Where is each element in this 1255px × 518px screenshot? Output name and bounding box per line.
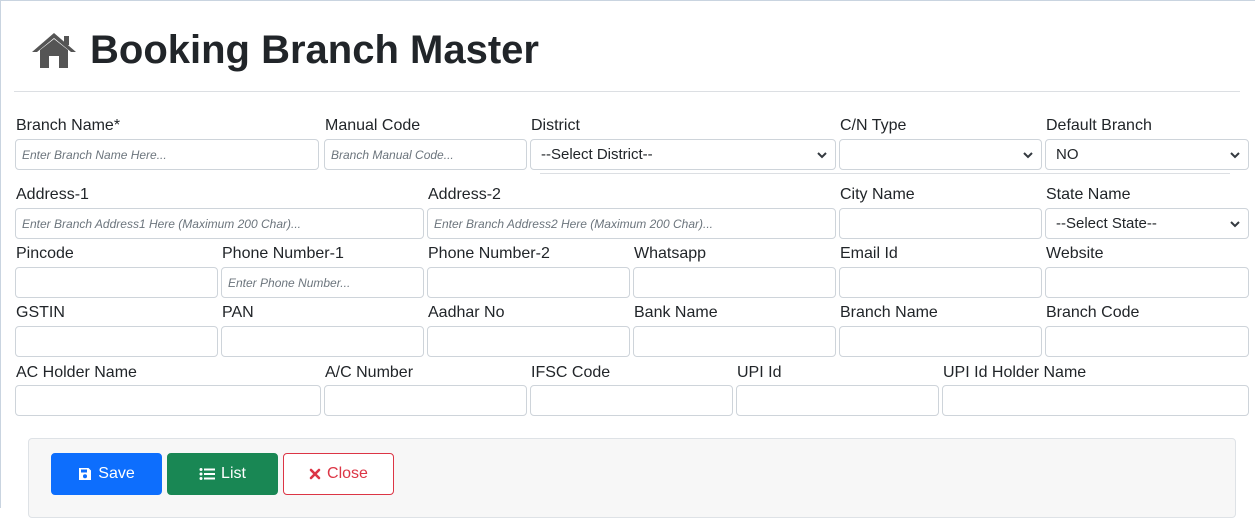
cn-type-label: C/N Type [840, 117, 907, 134]
ac-holder-name-input[interactable] [15, 385, 321, 416]
chevron-down-icon [1230, 152, 1240, 159]
email-input[interactable] [839, 267, 1042, 298]
branch-code-input[interactable] [1045, 326, 1249, 357]
title-divider [14, 91, 1240, 92]
pan-label: PAN [222, 304, 254, 321]
cn-type-select[interactable] [839, 139, 1042, 170]
manual-code-input[interactable]: Branch Manual Code... [324, 139, 527, 170]
pincode-input[interactable] [15, 267, 218, 298]
default-branch-label: Default Branch [1046, 117, 1152, 134]
phone2-input[interactable] [427, 267, 630, 298]
address2-label: Address-2 [428, 186, 501, 203]
floppy-disk-icon [79, 468, 92, 480]
pincode-label: Pincode [16, 245, 74, 262]
address1-label: Address-1 [16, 186, 89, 203]
district-select-value: --Select District-- [541, 146, 653, 163]
upi-id-label: UPI Id [737, 364, 782, 381]
gstin-input[interactable] [15, 326, 218, 357]
save-button-label: Save [98, 465, 135, 482]
aadhar-input[interactable] [427, 326, 630, 357]
phone1-input[interactable]: Enter Phone Number... [221, 267, 424, 298]
save-button[interactable]: Save [51, 453, 162, 495]
pan-input[interactable] [221, 326, 424, 357]
district-select[interactable]: --Select District-- [530, 139, 836, 170]
row-divider [540, 173, 1230, 174]
bank-branch-name-input[interactable] [839, 326, 1042, 357]
list-button[interactable]: List [167, 453, 278, 495]
bank-name-label: Bank Name [634, 304, 718, 321]
district-label: District [531, 117, 580, 134]
city-name-input[interactable] [839, 208, 1042, 239]
upi-id-input[interactable] [736, 385, 939, 416]
upi-holder-name-input[interactable] [942, 385, 1249, 416]
upi-holder-name-label: UPI Id Holder Name [943, 364, 1087, 381]
phone2-label: Phone Number-2 [428, 245, 550, 262]
website-input[interactable] [1045, 267, 1249, 298]
default-branch-select[interactable]: NO [1045, 139, 1249, 170]
email-label: Email Id [840, 245, 898, 262]
state-select[interactable]: --Select State-- [1045, 208, 1249, 239]
ac-number-label: A/C Number [325, 364, 414, 381]
default-branch-select-value: NO [1056, 146, 1079, 163]
branch-name-label: Branch Name* [16, 117, 121, 134]
frame-left-border [0, 0, 1, 508]
home-icon [32, 33, 76, 68]
whatsapp-input[interactable] [633, 267, 836, 298]
city-name-label: City Name [840, 186, 915, 203]
page-title-text: Booking Branch Master [90, 27, 539, 72]
x-icon [309, 468, 321, 480]
frame-top-border [0, 0, 1255, 1]
phone1-label: Phone Number-1 [222, 245, 344, 262]
website-label: Website [1046, 245, 1104, 262]
list-button-label: List [221, 465, 246, 482]
aadhar-label: Aadhar No [428, 304, 505, 321]
chevron-down-icon [1230, 221, 1240, 228]
page-title: Booking Branch Master [30, 24, 539, 76]
ac-number-input[interactable] [324, 385, 527, 416]
branch-name-input[interactable]: Enter Branch Name Here... [15, 139, 319, 170]
chevron-down-icon [1023, 152, 1033, 159]
bank-branch-name-label: Branch Name [840, 304, 938, 321]
branch-code-label: Branch Code [1046, 304, 1140, 321]
booking-branch-master-page: Booking Branch Master Branch Name* Enter… [0, 0, 1255, 518]
ifsc-code-label: IFSC Code [531, 364, 611, 381]
address2-input[interactable]: Enter Branch Address2 Here (Maximum 200 … [427, 208, 836, 239]
list-icon [199, 468, 216, 480]
address1-input[interactable]: Enter Branch Address1 Here (Maximum 200 … [15, 208, 424, 239]
ifsc-code-input[interactable] [530, 385, 733, 416]
state-name-label: State Name [1046, 186, 1131, 203]
close-button[interactable]: Close [283, 453, 394, 495]
bank-name-input[interactable] [633, 326, 836, 357]
whatsapp-label: Whatsapp [634, 245, 707, 262]
state-select-value: --Select State-- [1056, 215, 1157, 232]
manual-code-label: Manual Code [325, 117, 421, 134]
close-button-label: Close [327, 465, 368, 482]
ac-holder-name-label: AC Holder Name [16, 364, 137, 381]
gstin-label: GSTIN [16, 304, 65, 321]
chevron-down-icon [817, 152, 827, 159]
